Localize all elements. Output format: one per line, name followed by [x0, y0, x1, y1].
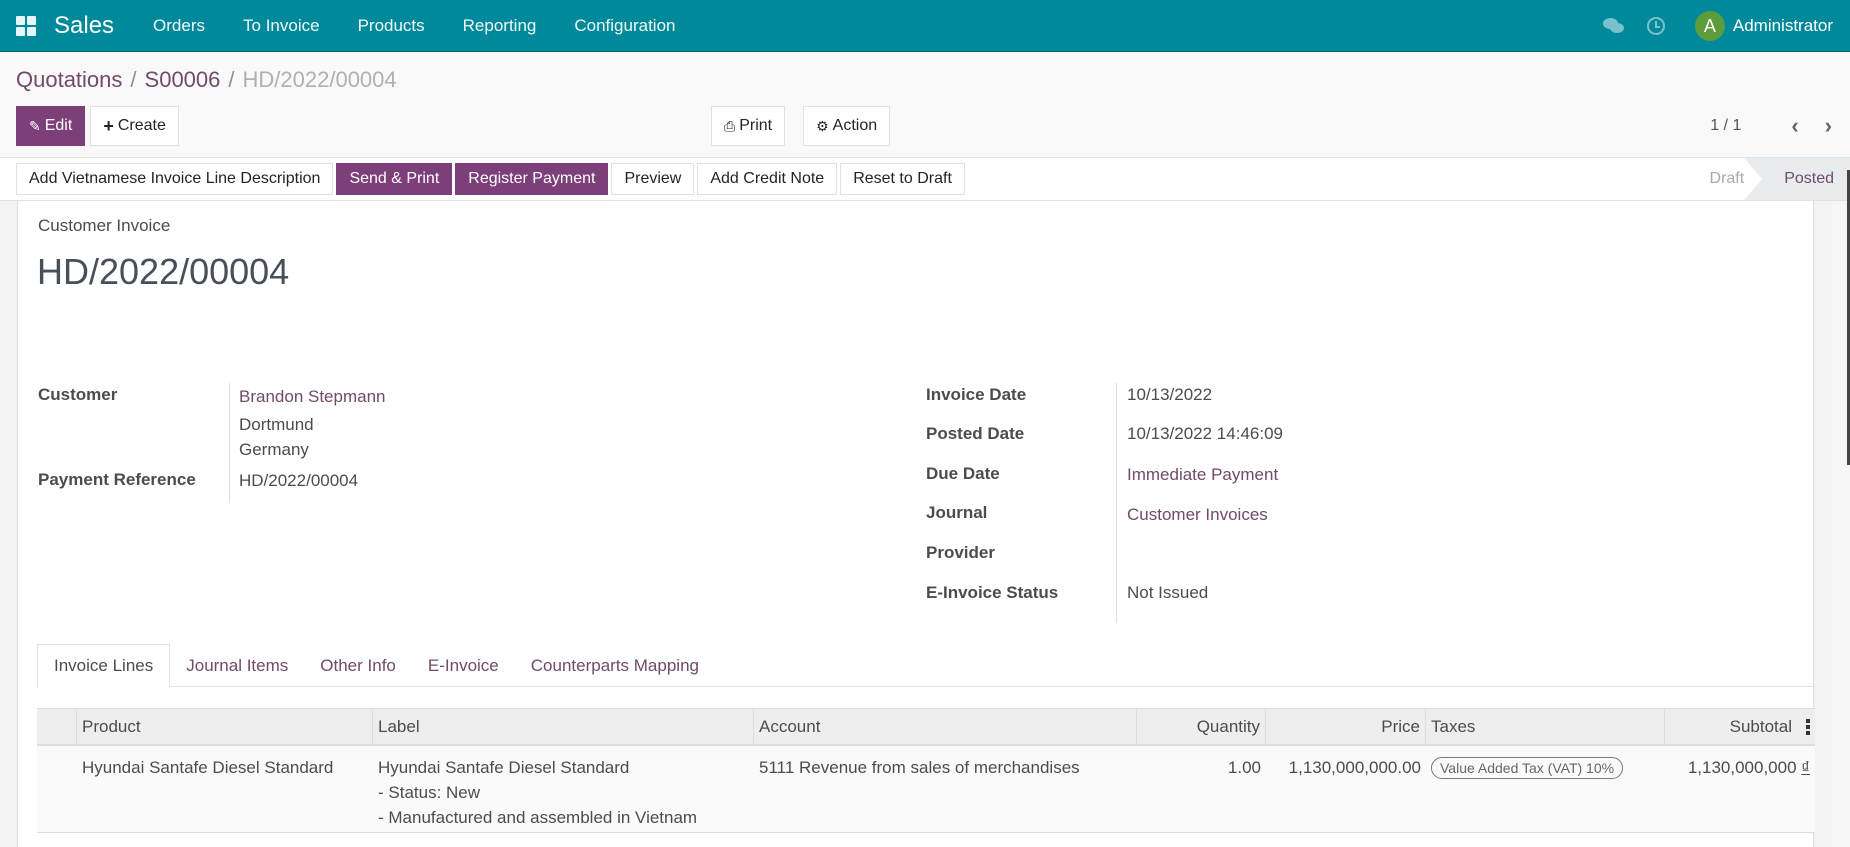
invoice-lines-table: Product Label Account Quantity Price Tax…: [37, 708, 1815, 833]
label-line: Hyundai Santafe Diesel Standard: [378, 758, 630, 777]
currency-symbol: ₫: [1801, 758, 1810, 777]
user-menu[interactable]: Administrator: [1733, 16, 1833, 36]
preview-button[interactable]: Preview: [611, 163, 695, 195]
pager-value[interactable]: 1 / 1: [1710, 117, 1741, 135]
register-payment-button[interactable]: Register Payment: [455, 163, 609, 195]
printer-icon: ⎙: [724, 117, 736, 134]
action-button[interactable]: ⚙ Action: [803, 106, 891, 146]
reset-to-draft-button[interactable]: Reset to Draft: [840, 163, 965, 195]
pencil-icon: ✎: [29, 117, 41, 134]
table-row[interactable]: Hyundai Santafe Diesel Standard Hyundai …: [37, 746, 1815, 833]
column-options-icon[interactable]: [1806, 719, 1810, 735]
form-sheet: Customer Invoice HD/2022/00004 Customer …: [17, 201, 1815, 847]
customer-label: Customer: [38, 385, 118, 404]
posted-date-label: Posted Date: [926, 424, 1025, 443]
breadcrumb-quotations[interactable]: Quotations: [16, 67, 122, 92]
stage-posted[interactable]: Posted: [1744, 158, 1850, 200]
document-type: Customer Invoice: [38, 216, 171, 235]
cell-quantity: 1.00: [1227, 758, 1261, 777]
cell-taxes: Value Added Tax (VAT) 10%: [1426, 746, 1665, 832]
subtotal-amount: 1,130,000,000: [1687, 758, 1797, 777]
payment-reference-value: HD/2022/00004: [239, 471, 359, 490]
chat-icon[interactable]: [1602, 17, 1625, 35]
form-background: Customer Invoice HD/2022/00004 Customer …: [0, 201, 1832, 847]
add-vietnamese-line-description-button[interactable]: Add Vietnamese Invoice Line Description: [16, 163, 334, 195]
provider-label: Provider: [926, 543, 995, 562]
page-title: HD/2022/00004: [37, 251, 290, 292]
customer-country: Germany: [239, 440, 309, 459]
column-quantity[interactable]: Quantity: [1137, 709, 1266, 745]
einvoice-status-value: Not Issued: [1127, 583, 1209, 602]
plus-icon: +: [103, 115, 114, 136]
chevron-left-icon[interactable]: ‹: [1791, 113, 1798, 139]
action-label: Action: [832, 117, 878, 134]
cell-subtotal: 1,130,000,000 ₫: [1665, 746, 1815, 832]
column-price[interactable]: Price: [1266, 709, 1426, 745]
tab-counterparts-mapping[interactable]: Counterparts Mapping: [515, 644, 715, 687]
tab-other-info[interactable]: Other Info: [304, 644, 412, 687]
journal-value[interactable]: Customer Invoices: [1127, 505, 1268, 525]
customer-link[interactable]: Brandon Stepmann: [239, 387, 386, 407]
column-subtotal[interactable]: Subtotal: [1665, 709, 1815, 745]
breadcrumb: Quotations / S00006 / HD/2022/00004: [16, 67, 397, 93]
einvoice-status-label: E-Invoice Status: [926, 583, 1059, 602]
tab-invoice-lines[interactable]: Invoice Lines: [37, 644, 171, 688]
print-label: Print: [739, 117, 773, 134]
avatar[interactable]: A: [1694, 11, 1725, 41]
menu-reporting[interactable]: Reporting: [444, 16, 556, 36]
field-divider: [229, 383, 230, 503]
apps-grid-icon[interactable]: [16, 15, 36, 36]
due-date-value[interactable]: Immediate Payment: [1127, 465, 1278, 485]
top-navbar: Sales Orders To Invoice Products Reporti…: [0, 0, 1850, 52]
payment-reference-label: Payment Reference: [38, 470, 196, 489]
invoice-date-value: 10/13/2022: [1127, 385, 1213, 404]
menu-orders[interactable]: Orders: [134, 16, 224, 36]
breadcrumb-separator: /: [130, 67, 137, 92]
row-handle: [37, 746, 77, 832]
chevron-right-icon[interactable]: ›: [1825, 113, 1832, 139]
cell-product: Hyundai Santafe Diesel Standard: [82, 758, 334, 777]
edit-button[interactable]: ✎ Edit: [16, 106, 86, 146]
cell-label: Hyundai Santafe Diesel Standard - Status…: [373, 746, 754, 832]
tab-e-invoice[interactable]: E-Invoice: [412, 644, 515, 687]
menu-to-invoice[interactable]: To Invoice: [224, 16, 339, 36]
field-divider: [1116, 383, 1117, 623]
due-date-label: Due Date: [926, 464, 1000, 483]
column-product[interactable]: Product: [77, 709, 373, 745]
customer-city: Dortmund: [239, 415, 314, 434]
breadcrumb-current: HD/2022/00004: [242, 67, 397, 92]
activity-clock-icon[interactable]: [1646, 17, 1665, 35]
column-subtotal-label: Subtotal: [1729, 717, 1792, 736]
app-name[interactable]: Sales: [54, 12, 114, 40]
cell-price: 1,130,000,000.00: [1288, 758, 1421, 777]
add-credit-note-button[interactable]: Add Credit Note: [697, 163, 838, 195]
notebook-tabs: Invoice Lines Journal Items Other Info E…: [37, 644, 1815, 688]
tax-badge: Value Added Tax (VAT) 10%: [1431, 757, 1624, 779]
create-button[interactable]: + Create: [90, 106, 179, 146]
menu-configuration[interactable]: Configuration: [555, 16, 694, 36]
table-header: Product Label Account Quantity Price Tax…: [37, 708, 1815, 746]
column-handle: [37, 709, 77, 745]
column-label[interactable]: Label: [373, 709, 754, 745]
menu-products[interactable]: Products: [339, 16, 444, 36]
breadcrumb-order[interactable]: S00006: [145, 67, 221, 92]
pager: 1 / 1 ‹ ›: [1710, 106, 1832, 146]
send-print-button[interactable]: Send & Print: [336, 163, 453, 195]
posted-date-value: 10/13/2022 14:46:09: [1127, 424, 1283, 443]
tab-journal-items[interactable]: Journal Items: [170, 644, 304, 687]
status-stages: Draft Posted: [1688, 158, 1850, 200]
label-line: - Status: New: [378, 783, 481, 802]
print-button[interactable]: ⎙ Print: [711, 106, 786, 146]
label-line: - Manufactured and assembled in Vietnam: [378, 808, 698, 827]
gear-icon: ⚙: [816, 117, 829, 134]
cell-account: 5111 Revenue from sales of merchandises: [759, 758, 1080, 777]
journal-label: Journal: [926, 503, 988, 522]
create-label: Create: [117, 117, 166, 134]
column-taxes[interactable]: Taxes: [1426, 709, 1665, 745]
invoice-date-label: Invoice Date: [926, 385, 1027, 404]
edit-label: Edit: [44, 117, 73, 134]
breadcrumb-separator: /: [228, 67, 235, 92]
column-account[interactable]: Account: [754, 709, 1137, 745]
status-bar: Add Vietnamese Invoice Line Description …: [0, 158, 1850, 201]
